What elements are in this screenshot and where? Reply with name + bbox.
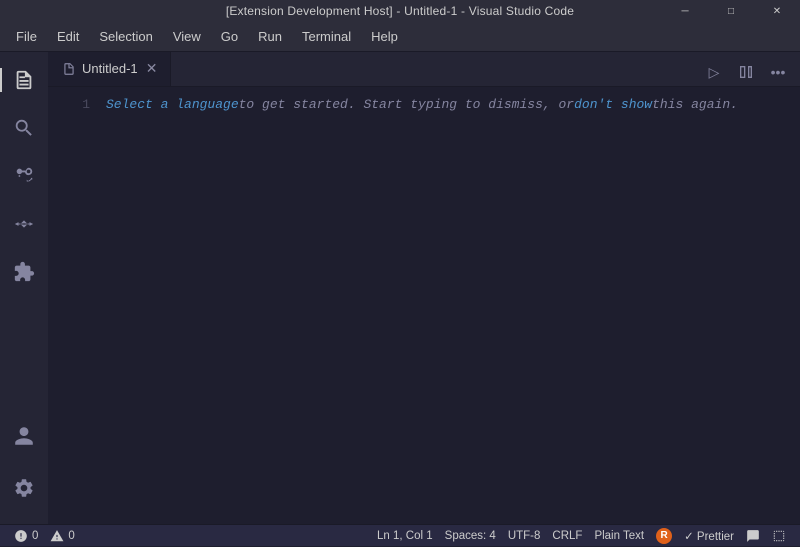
status-line-ending[interactable]: CRLF — [546, 525, 588, 547]
window-title: [Extension Development Host] - Untitled-… — [226, 4, 574, 18]
menu-terminal[interactable]: Terminal — [294, 27, 359, 46]
warning-icon — [50, 529, 64, 543]
line-number-1: 1 — [64, 95, 90, 114]
tab-bar: Untitled-1 ✕ ▷ ••• — [48, 52, 800, 87]
run-button[interactable]: ▷ — [700, 58, 728, 86]
feedback-icon — [746, 529, 760, 543]
maximize-button[interactable]: □ — [708, 0, 754, 22]
close-button[interactable]: ✕ — [754, 0, 800, 22]
error-icon — [14, 529, 28, 543]
tab-label: Untitled-1 — [82, 61, 138, 76]
dont-show-link[interactable]: don't show — [574, 95, 652, 114]
activity-bar — [0, 52, 48, 524]
menu-run[interactable]: Run — [250, 27, 290, 46]
code-area[interactable]: Select a language to get started. Start … — [98, 95, 800, 516]
title-bar: [Extension Development Host] - Untitled-… — [0, 0, 800, 22]
status-language[interactable]: Plain Text — [588, 525, 650, 547]
menu-edit[interactable]: Edit — [49, 27, 87, 46]
error-count: 0 — [32, 530, 38, 542]
tab-close-button[interactable]: ✕ — [144, 61, 160, 77]
code-text-middle: to get started. Start typing to dismiss,… — [239, 95, 574, 114]
status-encoding[interactable]: UTF-8 — [502, 525, 547, 547]
code-text-end: this again. — [652, 95, 738, 114]
status-feedback[interactable] — [740, 525, 766, 547]
select-language-link[interactable]: Select a language — [106, 95, 239, 114]
minimize-button[interactable]: ─ — [662, 0, 708, 22]
status-bar: 0 0 Ln 1, Col 1 Spaces: 4 UTF-8 CRLF Pla… — [0, 524, 800, 546]
activity-search[interactable] — [0, 104, 48, 152]
tab-toolbar: ▷ ••• — [692, 58, 800, 86]
editor-content: 1 Select a language to get started. Star… — [48, 87, 800, 524]
activity-source-control[interactable] — [0, 152, 48, 200]
status-prettier[interactable]: ✓ Prettier — [678, 525, 740, 547]
activity-run-debug[interactable] — [0, 200, 48, 248]
more-actions-button[interactable]: ••• — [764, 58, 792, 86]
status-position[interactable]: Ln 1, Col 1 — [371, 525, 439, 547]
activity-extensions[interactable] — [0, 248, 48, 296]
main-layout: Untitled-1 ✕ ▷ ••• 1 Select a language — [0, 52, 800, 524]
menu-help[interactable]: Help — [363, 27, 406, 46]
warning-count: 0 — [68, 530, 74, 542]
status-spaces[interactable]: Spaces: 4 — [439, 525, 502, 547]
status-warnings[interactable]: 0 — [44, 525, 80, 547]
split-editor-button[interactable] — [732, 58, 760, 86]
menu-go[interactable]: Go — [213, 27, 246, 46]
layout-icon — [772, 529, 786, 543]
status-layout[interactable] — [766, 525, 792, 547]
activity-bottom — [0, 412, 48, 520]
menu-view[interactable]: View — [165, 27, 209, 46]
menu-file[interactable]: File — [8, 27, 45, 46]
line-numbers: 1 — [48, 95, 98, 516]
file-icon — [62, 62, 76, 76]
activity-files[interactable] — [0, 56, 48, 104]
window-controls: ─ □ ✕ — [662, 0, 800, 22]
editor-tab-untitled[interactable]: Untitled-1 ✕ — [48, 52, 171, 86]
status-avatar[interactable]: R — [650, 525, 678, 547]
activity-account[interactable] — [0, 412, 48, 460]
avatar-icon: R — [656, 528, 672, 544]
menu-bar: File Edit Selection View Go Run Terminal… — [0, 22, 800, 52]
code-line-1: Select a language to get started. Start … — [106, 95, 792, 114]
activity-settings[interactable] — [0, 464, 48, 512]
menu-selection[interactable]: Selection — [91, 27, 160, 46]
editor-area: Untitled-1 ✕ ▷ ••• 1 Select a language — [48, 52, 800, 524]
status-errors[interactable]: 0 — [8, 525, 44, 547]
